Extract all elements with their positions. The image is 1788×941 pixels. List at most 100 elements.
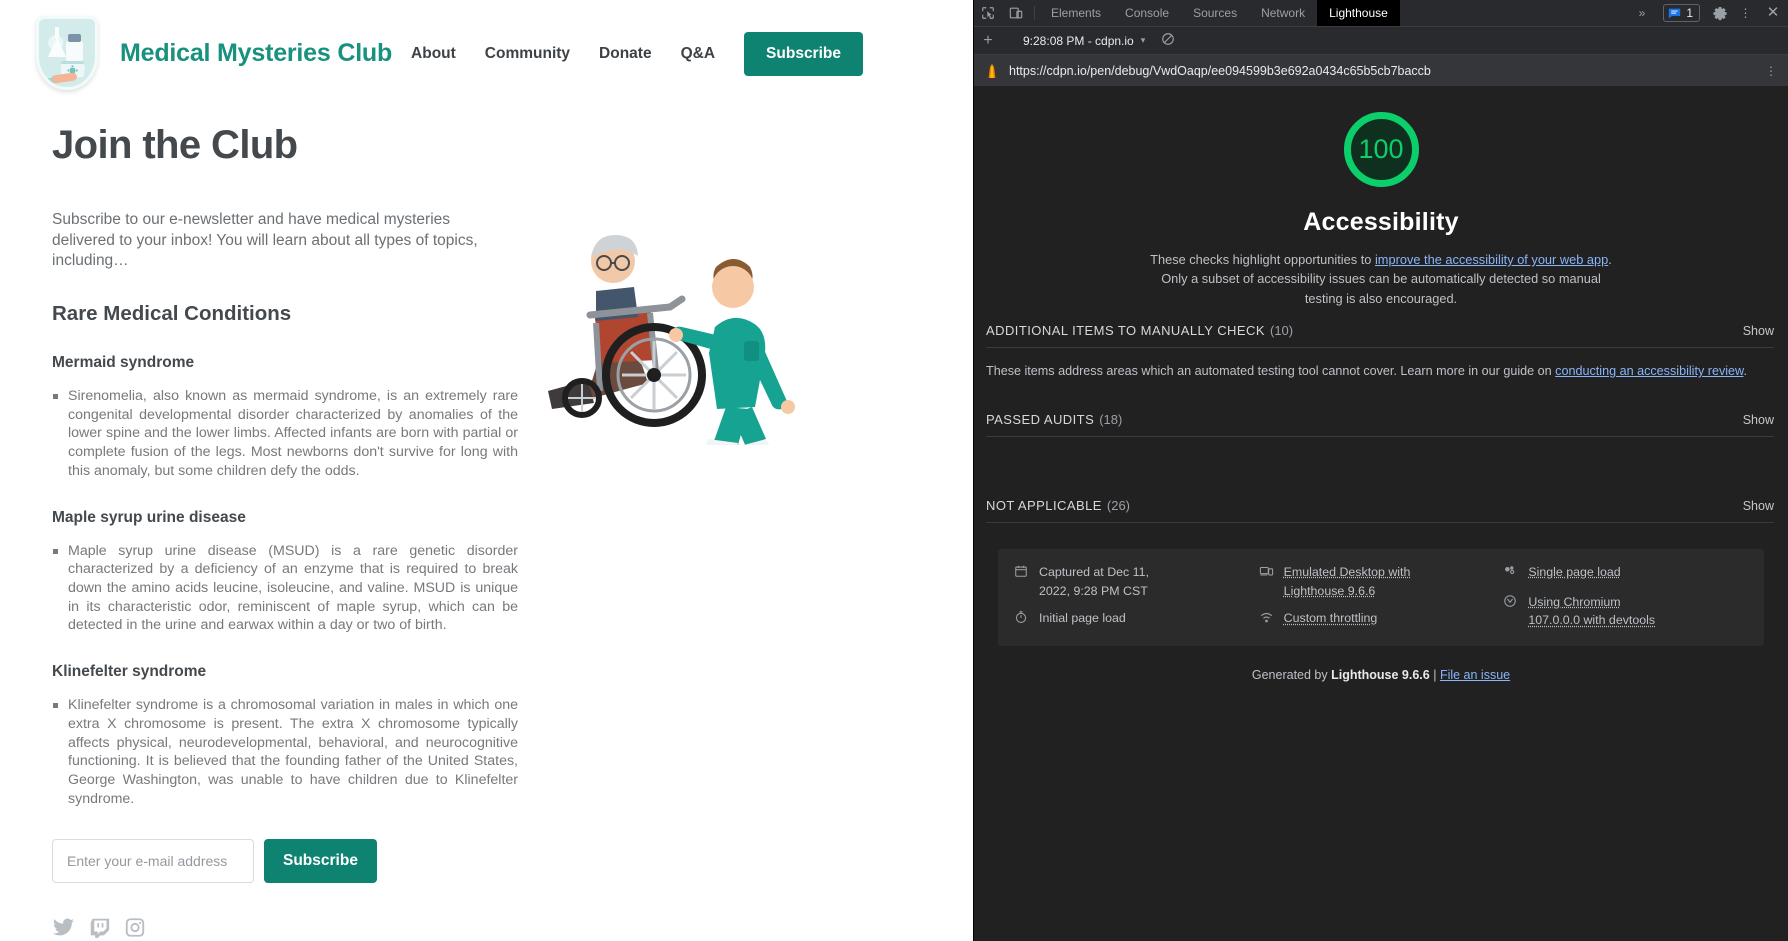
meta-throttling-link[interactable]: Custom throttling <box>1284 609 1378 630</box>
section-manual-check[interactable]: ADDITIONAL ITEMS TO MANUALLY CHECK (10) … <box>986 308 1774 348</box>
section-show-toggle[interactable]: Show <box>1743 499 1774 513</box>
score-value: 100 <box>1358 134 1403 165</box>
email-field[interactable] <box>52 839 254 883</box>
desc-part-1: These checks highlight opportunities to <box>1150 252 1375 267</box>
subscribe-form: Subscribe <box>52 839 973 883</box>
chevron-down-icon: ▾ <box>1141 35 1146 46</box>
inspect-element-icon[interactable] <box>974 0 1002 26</box>
section-title: PASSED AUDITS <box>986 412 1094 427</box>
tab-console[interactable]: Console <box>1113 0 1181 26</box>
section-title: NOT APPLICABLE <box>986 498 1102 513</box>
calendar-icon <box>1014 564 1030 600</box>
stopwatch-icon <box>1014 610 1030 630</box>
tab-elements[interactable]: Elements <box>1039 0 1113 26</box>
medical-shield-logo-icon[interactable] <box>30 10 104 98</box>
report-metadata: Captured at Dec 11, 2022, 9:28 PM CST In… <box>998 549 1764 646</box>
list-item: Sirenomelia, also known as mermaid syndr… <box>52 387 518 481</box>
device-toolbar-icon[interactable] <box>1002 0 1030 26</box>
note-part-2: . <box>1743 364 1747 378</box>
condition-list-klinefelter: Klinefelter syndrome is a chromosomal va… <box>52 696 973 808</box>
messages-badge-icon[interactable]: 1 <box>1663 4 1700 22</box>
meta-page-load-text: Initial page load <box>1039 609 1126 630</box>
section-show-toggle[interactable]: Show <box>1743 324 1774 338</box>
section-title: ADDITIONAL ITEMS TO MANUALLY CHECK <box>986 323 1265 338</box>
category-description: These checks highlight opportunities to … <box>1142 250 1620 308</box>
section-passed-audits[interactable]: PASSED AUDITS (18) Show <box>986 397 1774 437</box>
page-title: Join the Club <box>52 123 973 168</box>
section-show-toggle[interactable]: Show <box>1743 413 1774 427</box>
condition-list-msud: Maple syrup urine disease (MSUD) is a ra… <box>52 542 973 636</box>
message-count: 1 <box>1686 6 1693 20</box>
meta-captured: Captured at Dec 11, 2022, 9:28 PM CST <box>1014 563 1259 600</box>
list-item: Maple syrup urine disease (MSUD) is a ra… <box>52 542 518 636</box>
site-title[interactable]: Medical Mysteries Club <box>120 39 392 68</box>
score-block: 100 Accessibility These checks highlight… <box>974 86 1788 308</box>
improve-accessibility-link[interactable]: improve the accessibility of your web ap… <box>1375 252 1608 267</box>
lighthouse-favicon-icon <box>984 63 1000 79</box>
nav-item-qa[interactable]: Q&A <box>681 45 715 63</box>
category-title: Accessibility <box>974 208 1788 237</box>
report-menu-icon[interactable]: ⋮ <box>1765 64 1778 78</box>
footer-separator: | <box>1430 668 1440 682</box>
hero-lede: Subscribe to our e-newsletter and have m… <box>52 210 504 272</box>
report-run-label: 9:28:08 PM - cdpn.io <box>1023 34 1134 48</box>
samples-icon <box>1503 564 1519 584</box>
condition-title-mermaid: Mermaid syndrome <box>52 354 973 372</box>
new-report-button[interactable]: + <box>974 32 1002 50</box>
section-count: (10) <box>1270 323 1293 338</box>
nav-subscribe-button[interactable]: Subscribe <box>744 32 863 76</box>
accessibility-score-gauge[interactable]: 100 <box>1344 112 1419 187</box>
section-manual-note: These items address areas which an autom… <box>986 348 1774 397</box>
subscribe-button[interactable]: Subscribe <box>264 839 377 883</box>
tab-lighthouse[interactable]: Lighthouse <box>1317 0 1400 26</box>
main-nav: About Community Donate Q&A Subscribe <box>411 32 973 76</box>
report-url-bar: https://cdpn.io/pen/debug/VwdOaqp/ee0945… <box>974 55 1788 86</box>
more-tabs-icon[interactable]: » <box>1627 6 1658 20</box>
instagram-icon[interactable] <box>124 916 146 941</box>
kebab-menu-icon[interactable]: ⋮ <box>1734 0 1758 26</box>
tab-network[interactable]: Network <box>1249 0 1317 26</box>
meta-emulation: Emulated Desktop with Lighthouse 9.6.6 <box>1259 563 1504 600</box>
meta-page-load: Initial page load <box>1014 609 1259 630</box>
audit-sections: ADDITIONAL ITEMS TO MANUALLY CHECK (10) … <box>974 308 1788 523</box>
section-not-applicable[interactable]: NOT APPLICABLE (26) Show <box>986 483 1774 523</box>
site-header: Medical Mysteries Club About Community D… <box>0 0 973 107</box>
twitter-icon[interactable] <box>52 916 75 941</box>
nav-item-community[interactable]: Community <box>485 45 570 63</box>
section-heading: Rare Medical Conditions <box>52 302 973 326</box>
wheelchair-illustration <box>530 195 820 445</box>
meta-channel: Using Chromium 107.0.0.0 with devtools <box>1503 593 1748 630</box>
lighthouse-subbar: + 9:28:08 PM - cdpn.io ▾ <box>974 27 1788 55</box>
devtools-panel: Elements Console Sources Network Lightho… <box>973 0 1788 941</box>
nav-item-about[interactable]: About <box>411 45 456 63</box>
gear-icon[interactable] <box>1706 6 1734 21</box>
report-run-select[interactable]: 9:28:08 PM - cdpn.io ▾ <box>1015 34 1153 48</box>
meta-single-load: Single page load <box>1503 563 1748 584</box>
meta-single-load-link[interactable]: Single page load <box>1528 563 1620 584</box>
meta-channel-link[interactable]: Using Chromium 107.0.0.0 with devtools <box>1528 593 1660 630</box>
condition-title-msud: Maple syrup urine disease <box>52 509 973 527</box>
clear-all-icon[interactable] <box>1161 32 1175 49</box>
spacer <box>986 437 1774 483</box>
close-icon[interactable]: ✕ <box>1758 0 1788 26</box>
condition-title-klinefelter: Klinefelter syndrome <box>52 663 973 681</box>
web-page: Medical Mysteries Club About Community D… <box>0 0 973 941</box>
section-count: (18) <box>1099 412 1122 427</box>
note-part-1: These items address areas which an autom… <box>986 364 1555 378</box>
nav-item-donate[interactable]: Donate <box>599 45 652 63</box>
meta-throttling: Custom throttling <box>1259 609 1504 630</box>
file-an-issue-link[interactable]: File an issue <box>1440 668 1510 682</box>
network-icon <box>1259 610 1275 630</box>
page-body: Join the Club Subscribe to our e-newslet… <box>0 107 973 941</box>
tab-sources[interactable]: Sources <box>1181 0 1249 26</box>
meta-emulation-link[interactable]: Emulated Desktop with Lighthouse 9.6.6 <box>1284 563 1416 600</box>
social-links <box>52 916 973 941</box>
device-icon <box>1259 564 1275 600</box>
twitch-icon[interactable] <box>89 916 110 941</box>
report-url[interactable]: https://cdpn.io/pen/debug/VwdOaqp/ee0945… <box>1009 64 1756 78</box>
chromium-icon <box>1503 594 1519 630</box>
devtools-tabbar: Elements Console Sources Network Lightho… <box>974 0 1788 27</box>
section-count: (26) <box>1107 498 1130 513</box>
accessibility-review-link[interactable]: conducting an accessibility review <box>1555 364 1743 378</box>
lighthouse-report: 100 Accessibility These checks highlight… <box>974 86 1788 941</box>
